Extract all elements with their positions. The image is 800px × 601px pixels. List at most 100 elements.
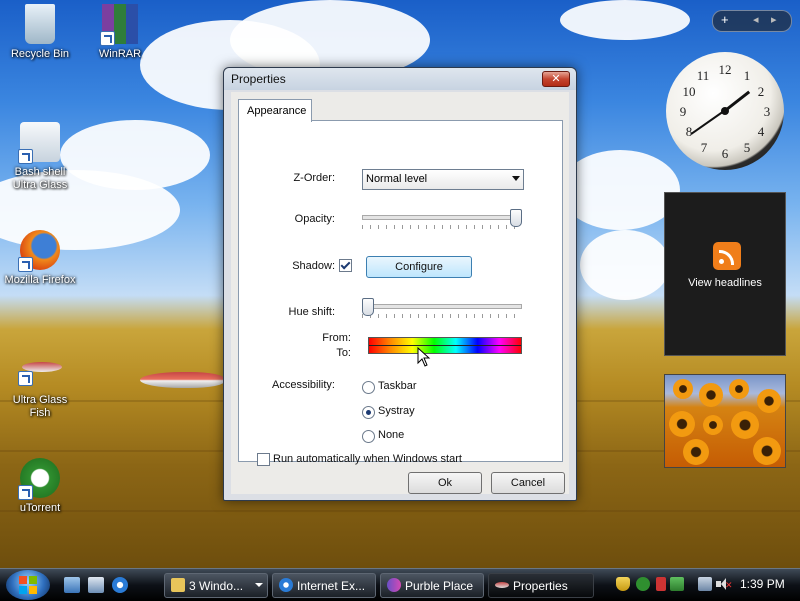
clock-number: 10 bbox=[682, 84, 696, 99]
clock-number: 4 bbox=[757, 124, 765, 139]
taskbar-button-purble-place[interactable]: Purble Place bbox=[380, 573, 484, 598]
shortcut-arrow-icon bbox=[18, 371, 33, 386]
z-order-select[interactable]: Normal level bbox=[362, 169, 524, 190]
desktop-icon-recycle-bin[interactable]: Recycle Bin bbox=[0, 4, 80, 61]
clock-number: 11 bbox=[696, 68, 710, 83]
opacity-slider-track[interactable] bbox=[362, 215, 522, 220]
radio-taskbar-label: Taskbar bbox=[378, 380, 417, 392]
to-label: To: bbox=[336, 347, 351, 359]
gadget-controls: + ◂ ▸ bbox=[712, 10, 792, 32]
clock-number: 2 bbox=[757, 84, 765, 99]
clock-number: 12 bbox=[718, 62, 732, 77]
shadow-checkbox[interactable] bbox=[339, 259, 352, 272]
purble-place-icon bbox=[387, 578, 401, 592]
prev-gadget-button[interactable]: ◂ bbox=[753, 13, 759, 26]
desktop-icon-label: Ultra Glass Fish bbox=[12, 394, 68, 419]
opacity-label: Opacity: bbox=[294, 213, 335, 225]
close-icon: ✕ bbox=[551, 73, 561, 85]
fish-icon bbox=[18, 358, 62, 386]
ultra-glass-fish-sprite bbox=[140, 372, 224, 388]
add-gadget-button[interactable]: + bbox=[721, 12, 729, 27]
radio-none-label: None bbox=[378, 429, 405, 441]
flower bbox=[699, 383, 723, 407]
mouse-cursor-icon bbox=[417, 347, 431, 367]
clock-number: 3 bbox=[763, 104, 771, 119]
dialog-titlebar[interactable]: Properties ✕ bbox=[224, 68, 576, 90]
utorrent-icon bbox=[18, 458, 60, 500]
volume-muted-icon[interactable]: ✕ bbox=[716, 577, 733, 591]
tab-label: Appearance bbox=[247, 105, 307, 117]
switch-windows-icon[interactable] bbox=[88, 577, 104, 593]
taskbar: 3 Windo... Internet Ex... Purble Place P… bbox=[0, 568, 800, 601]
chevron-down-icon bbox=[255, 583, 263, 587]
taskbar-button-properties[interactable]: Properties bbox=[488, 573, 594, 598]
desktop-icon-ultra-glass-fish[interactable]: Ultra Glass Fish bbox=[0, 358, 80, 420]
clock-number: 1 bbox=[743, 68, 751, 83]
desktop-icon-winrar[interactable]: WinRAR bbox=[80, 4, 160, 61]
taskbar-button-windows-group[interactable]: 3 Windo... bbox=[164, 573, 268, 598]
dialog-client: Appearance Z-Order: Normal level Opacity… bbox=[231, 92, 569, 494]
ok-button[interactable]: Ok bbox=[408, 472, 482, 494]
firefox-icon bbox=[18, 230, 60, 272]
slideshow-gadget[interactable] bbox=[664, 374, 786, 468]
cloud bbox=[580, 230, 670, 300]
chevron-down-icon bbox=[512, 176, 520, 181]
hue-shift-slider-thumb[interactable] bbox=[362, 298, 374, 316]
z-order-value: Normal level bbox=[366, 173, 428, 185]
dialog-title: Properties bbox=[231, 72, 286, 86]
properties-dialog: Properties ✕ Appearance Z-Order: Normal … bbox=[223, 67, 577, 501]
radio-none[interactable] bbox=[362, 430, 375, 443]
opacity-slider-thumb[interactable] bbox=[510, 209, 522, 227]
shortcut-arrow-icon bbox=[18, 149, 33, 164]
feed-headlines-gadget[interactable]: View headlines bbox=[664, 192, 786, 356]
recycle-bin-icon bbox=[25, 4, 55, 44]
radio-taskbar[interactable] bbox=[362, 381, 375, 394]
clock-gadget[interactable]: 12 1 2 3 4 5 6 7 8 9 10 11 bbox=[666, 52, 784, 170]
from-label: From: bbox=[322, 332, 351, 344]
desktop-icon-label: Bash shell Ultra Glass bbox=[12, 166, 68, 191]
desktop-icon-label: Mozilla Firefox bbox=[4, 274, 76, 286]
clock-number: 7 bbox=[700, 140, 708, 155]
close-button[interactable]: ✕ bbox=[542, 71, 570, 87]
taskbar-button-label: 3 Windo... bbox=[189, 579, 244, 593]
taskbar-button-label: Properties bbox=[513, 579, 568, 593]
flower bbox=[729, 379, 749, 399]
configure-button[interactable]: Configure bbox=[366, 256, 472, 278]
flower bbox=[669, 411, 695, 437]
network-status-icon[interactable] bbox=[656, 577, 666, 591]
flower bbox=[683, 439, 709, 465]
start-button[interactable] bbox=[6, 570, 50, 600]
shortcut-arrow-icon bbox=[100, 31, 115, 46]
next-gadget-button[interactable]: ▸ bbox=[771, 13, 777, 26]
windows-logo-icon bbox=[19, 576, 37, 594]
tray-app-icon[interactable] bbox=[670, 577, 684, 591]
cancel-button[interactable]: Cancel bbox=[491, 472, 565, 494]
hue-shift-slider-track[interactable] bbox=[362, 304, 522, 309]
clock-number: 9 bbox=[679, 104, 687, 119]
view-headlines-link[interactable]: View headlines bbox=[665, 277, 785, 289]
shield-icon[interactable] bbox=[616, 577, 630, 591]
taskbar-button-label: Purble Place bbox=[405, 579, 474, 593]
radio-systray[interactable] bbox=[362, 406, 375, 419]
desktop-icon-label: Recycle Bin bbox=[10, 48, 70, 60]
shortcut-arrow-icon bbox=[18, 257, 33, 272]
opacity-slider-ticks bbox=[362, 225, 520, 229]
hue-shift-label: Hue shift: bbox=[288, 306, 335, 318]
folder-icon bbox=[171, 578, 185, 592]
desktop-icon-firefox[interactable]: Mozilla Firefox bbox=[0, 230, 80, 287]
utorrent-icon[interactable] bbox=[636, 577, 650, 591]
z-order-label: Z-Order: bbox=[293, 172, 335, 184]
run-automatically-label: Run automatically when Windows start bbox=[273, 453, 462, 465]
tab-appearance[interactable]: Appearance bbox=[238, 99, 312, 122]
show-desktop-icon[interactable] bbox=[64, 577, 80, 593]
desktop-icon-label: uTorrent bbox=[19, 502, 61, 514]
taskbar-button-internet-explorer[interactable]: Internet Ex... bbox=[272, 573, 376, 598]
taskbar-button-label: Internet Ex... bbox=[297, 579, 366, 593]
flower bbox=[757, 389, 781, 413]
desktop-icon-utorrent[interactable]: uTorrent bbox=[0, 458, 80, 515]
desktop-icon-bash-shell[interactable]: Bash shell Ultra Glass bbox=[0, 122, 80, 192]
taskbar-clock[interactable]: 1:39 PM bbox=[740, 577, 785, 591]
run-automatically-checkbox[interactable] bbox=[257, 453, 270, 466]
network-icon[interactable] bbox=[698, 577, 712, 591]
internet-explorer-icon[interactable] bbox=[112, 577, 128, 593]
